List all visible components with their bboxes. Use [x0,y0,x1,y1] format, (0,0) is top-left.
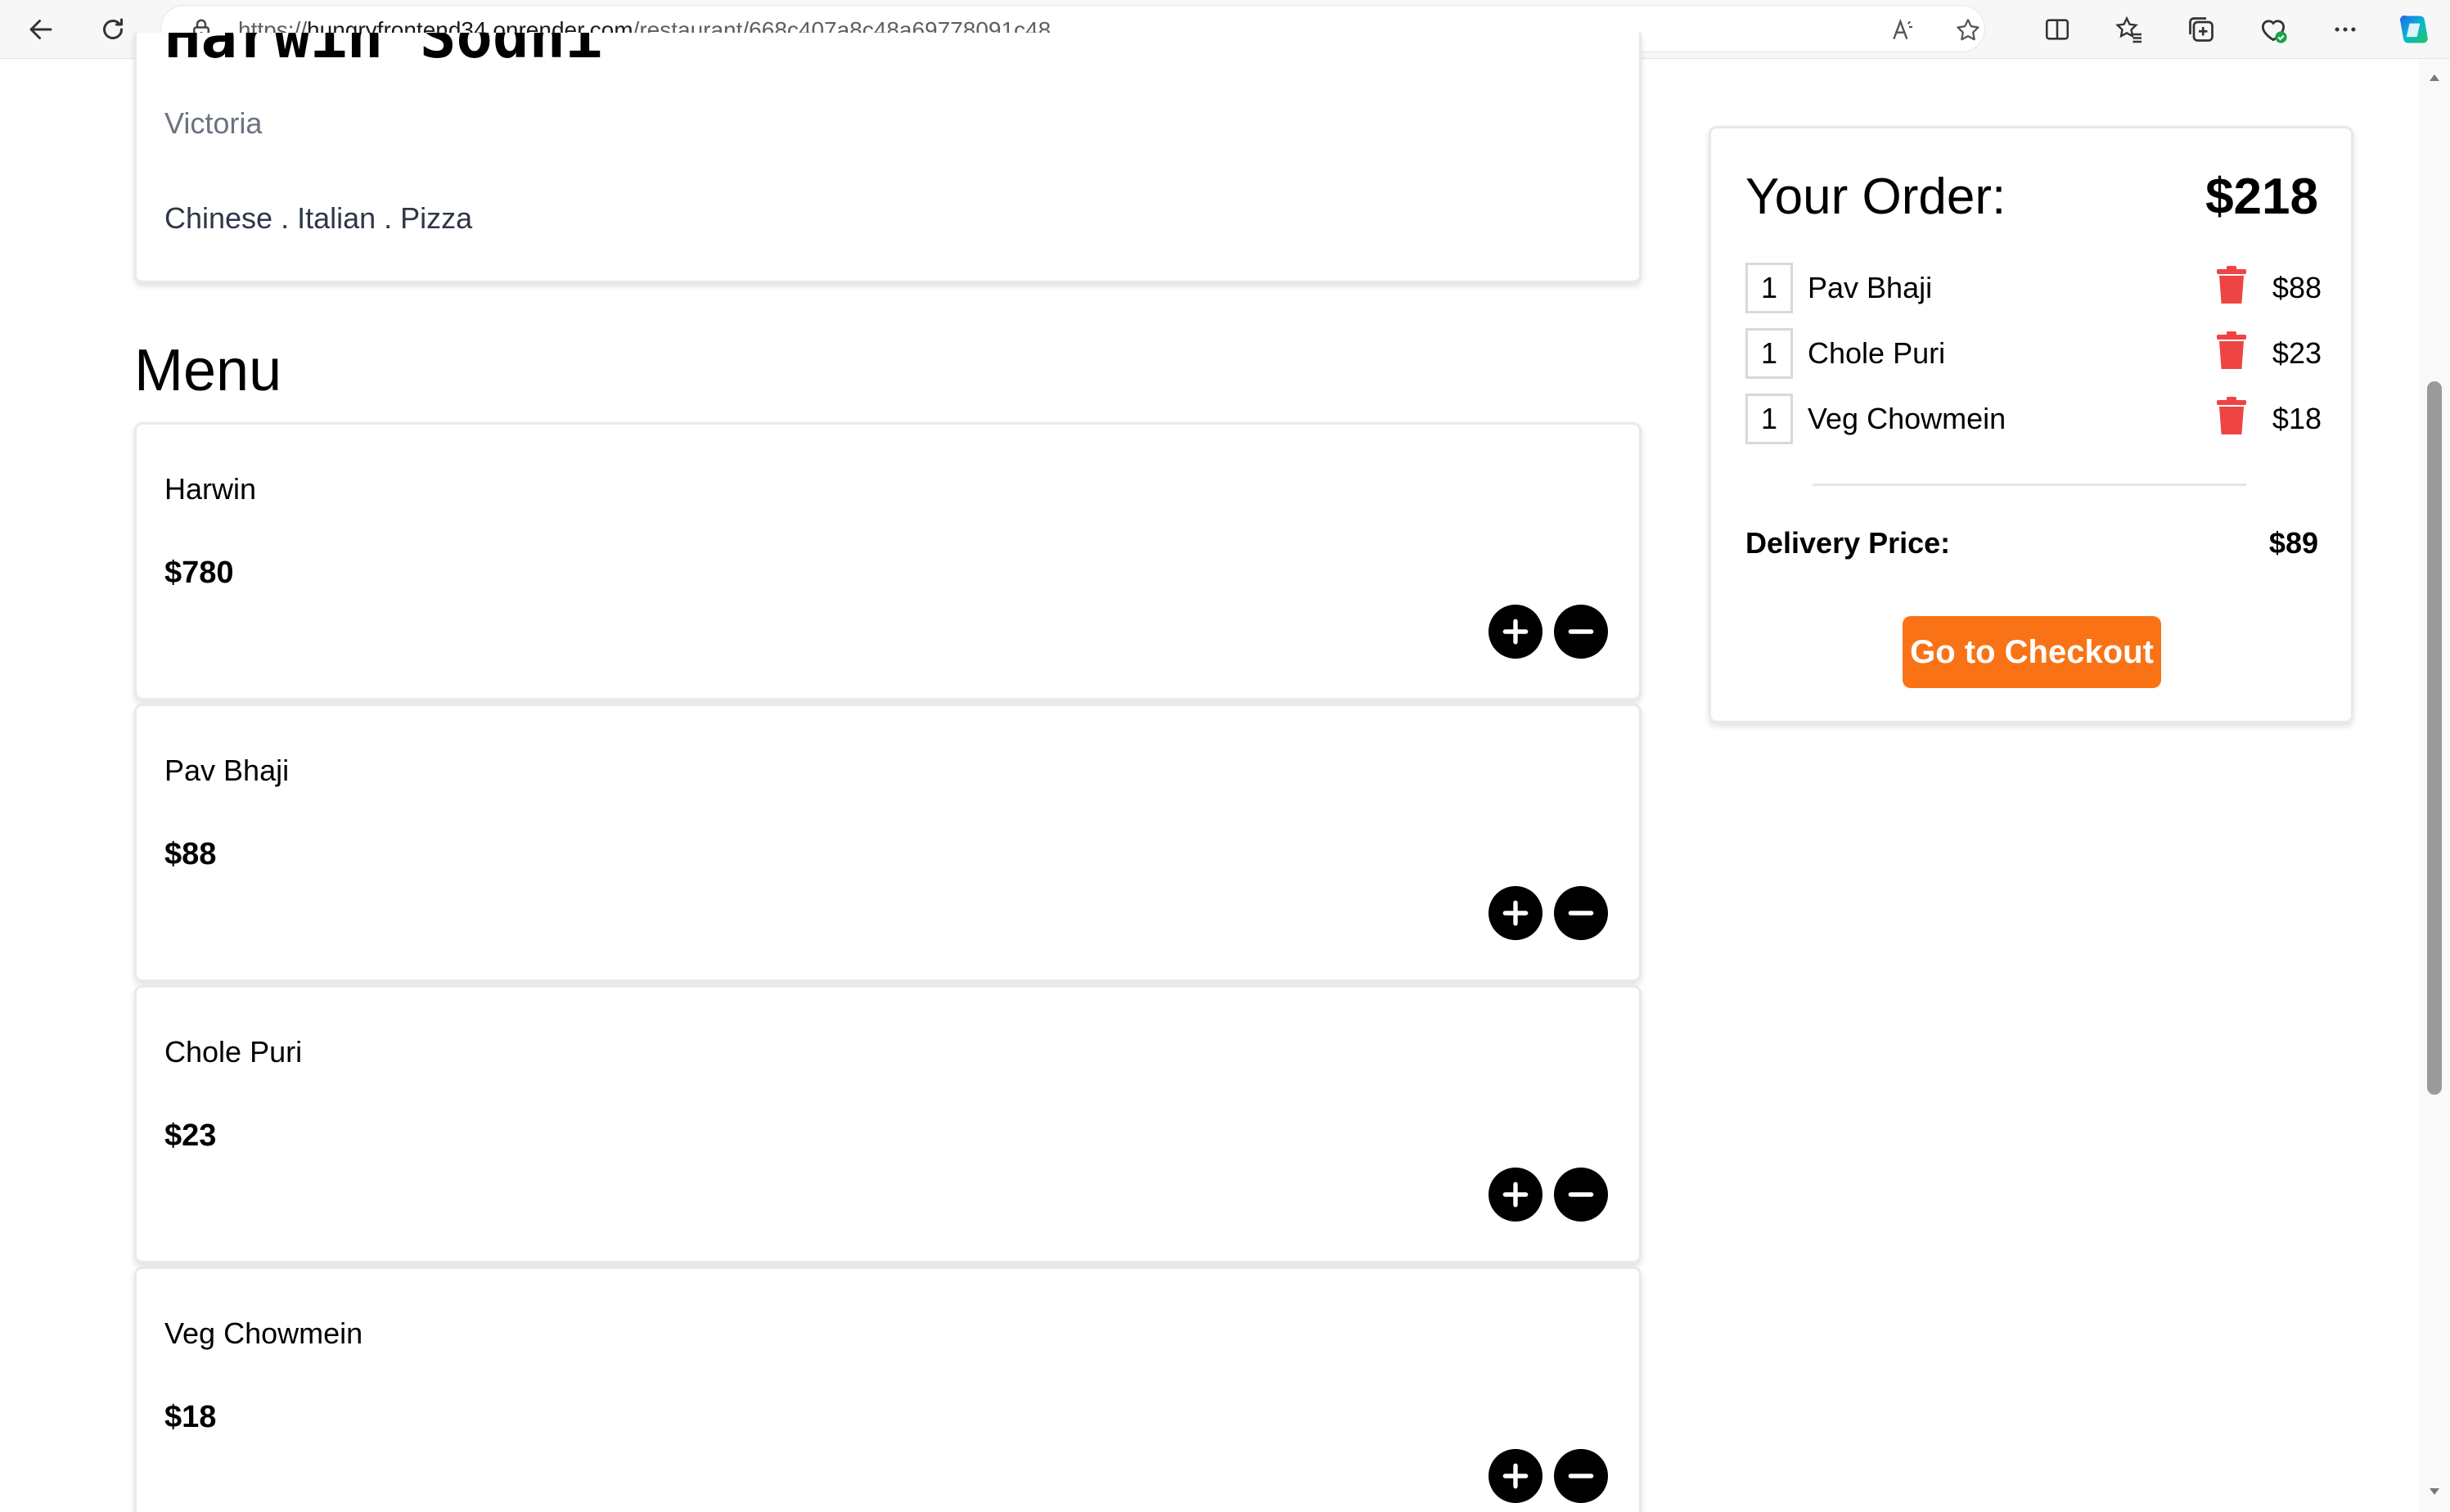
favorites-icon[interactable] [2111,11,2147,47]
menu-item-name: Veg Chowmein [164,1316,363,1350]
menu-item-price: $88 [164,837,217,871]
order-row: 1 Chole Puri $23 [1745,328,2322,379]
more-icon[interactable] [2327,11,2363,47]
scroll-thumb[interactable] [2427,381,2442,1095]
add-item-button[interactable] [1488,886,1543,940]
arrow-left-icon [29,20,52,39]
plus-icon [1502,1463,1529,1489]
collections-icon[interactable] [2183,11,2219,47]
restaurant-cuisines: Chinese . Italian . Pizza [164,201,473,235]
menu-item-price: $780 [164,556,234,590]
plus-icon [1502,619,1529,645]
add-item-button[interactable] [1488,605,1543,659]
refresh-button[interactable] [93,10,133,49]
restaurant-city: Victoria [164,106,263,140]
order-panel: Your Order: $218 1 Pav Bhaji $88 1 Chole… [1709,126,2353,723]
remove-item-button[interactable] [1554,1449,1608,1503]
restaurant-card: Harwin Sodhi Victoria Chinese . Italian … [134,33,1642,283]
menu-item: Veg Chowmein $18 [134,1267,1642,1512]
copilot-icon[interactable] [2396,11,2432,47]
menu-item-price: $18 [164,1400,217,1434]
menu-item: Pav Bhaji $88 [134,704,1642,982]
order-item-price: $88 [2272,271,2322,304]
order-title: Your Order: [1745,169,2006,225]
minus-icon [1568,629,1594,634]
trash-icon[interactable] [2217,266,2246,305]
order-item-price: $23 [2272,336,2322,370]
order-item-name: Chole Puri [1808,336,1946,370]
order-row: 1 Pav Bhaji $88 [1745,263,2322,313]
minus-icon [1568,1192,1594,1197]
order-item-name: Pav Bhaji [1808,271,1933,304]
star-icon[interactable] [1953,16,1983,45]
split-screen-icon[interactable] [2039,11,2075,47]
back-button[interactable] [21,10,61,49]
add-item-button[interactable] [1488,1168,1543,1222]
delivery-value: $89 [2268,526,2318,560]
menu-item: Chole Puri $23 [134,985,1642,1263]
menu-item-name: Harwin [164,472,257,506]
menu-item-price: $23 [164,1118,217,1153]
plus-icon [1502,900,1529,926]
browser-essentials-icon[interactable] [2255,11,2291,47]
remove-item-button[interactable] [1554,1168,1608,1222]
scroll-up-icon[interactable] [2425,69,2443,87]
delivery-label: Delivery Price: [1745,526,1951,560]
minus-icon [1568,1474,1594,1478]
restaurant-name: Harwin Sodhi [164,33,602,72]
menu-heading: Menu [134,338,282,403]
menu-item-name: Pav Bhaji [164,754,290,787]
trash-icon[interactable] [2217,397,2246,436]
remove-item-button[interactable] [1554,605,1608,659]
menu-item-name: Chole Puri [164,1035,303,1069]
order-total: $218 [2205,169,2318,225]
menu-item: Harwin $780 [134,422,1642,700]
quantity-box[interactable]: 1 [1745,263,1793,313]
plus-icon [1502,1181,1529,1208]
scroll-down-icon[interactable] [2425,1483,2443,1501]
add-item-button[interactable] [1488,1449,1543,1503]
order-divider [1813,484,2246,486]
order-item-name: Veg Chowmein [1808,402,2006,435]
read-aloud-icon[interactable] [1888,16,1917,45]
checkout-button[interactable]: Go to Checkout [1903,616,2161,688]
minus-icon [1568,911,1594,916]
remove-item-button[interactable] [1554,886,1608,940]
refresh-icon [103,18,123,39]
page-scrollbar[interactable] [2419,59,2450,1512]
trash-icon[interactable] [2217,331,2246,371]
order-item-price: $18 [2272,402,2322,435]
quantity-box[interactable]: 1 [1745,328,1793,379]
quantity-box[interactable]: 1 [1745,394,1793,444]
order-row: 1 Veg Chowmein $18 [1745,394,2322,444]
